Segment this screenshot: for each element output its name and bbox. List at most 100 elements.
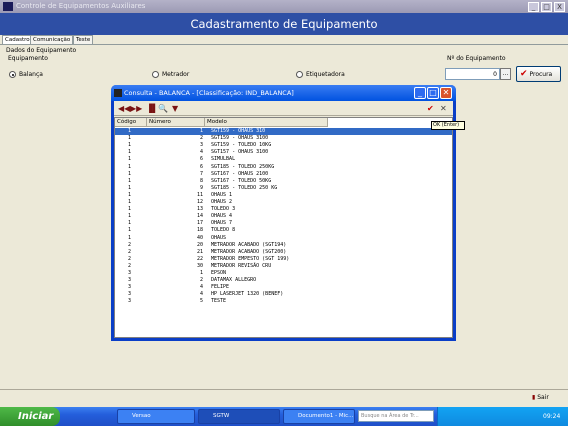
next-record-icon[interactable]: ▶▶ xyxy=(130,103,142,114)
cell-numero: 5 xyxy=(199,298,203,305)
table-row[interactable]: 1 14 OHAUS 4 xyxy=(115,213,452,220)
table-row[interactable]: 1 6 SIMULBAL xyxy=(115,156,452,163)
ok-icon[interactable]: ✔ xyxy=(427,103,434,114)
radio-etiquetadora-label: Etiquetadora xyxy=(306,71,345,78)
table-row[interactable]: 2 20 METRADOR ACABADO (SGT194) xyxy=(115,241,452,249)
consulta-dialog: Consulta - BALANCA - [Classificação: IND… xyxy=(111,85,456,341)
cell-codigo: 1 xyxy=(128,163,132,170)
cell-modelo: SGT185 - TOLEDO 250 KG xyxy=(211,184,278,191)
table-row[interactable]: 1 6 SGT185 - TOLEDO 250KG xyxy=(115,163,452,171)
table-row[interactable]: 3 2 DATAMAX ALLEGRO xyxy=(115,277,452,284)
cell-numero: 11 xyxy=(196,191,203,198)
table-row[interactable]: 1 18 TOLEDO 8 xyxy=(115,227,452,234)
procura-button[interactable]: ✔ Procura xyxy=(516,66,561,82)
table-row[interactable]: 1 11 OHAUS 1 xyxy=(115,191,452,199)
cell-codigo: 2 xyxy=(128,248,132,255)
cell-codigo: 1 xyxy=(128,184,132,191)
maximize-button[interactable]: □ xyxy=(541,2,552,12)
section-title: Dados do Equipamento xyxy=(6,47,77,54)
search-input[interactable]: Busque na Área de Tr... xyxy=(358,410,434,422)
clock: 09:24 xyxy=(543,413,561,420)
cell-numero: 8 xyxy=(199,177,203,184)
dialog-title: Consulta - BALANCA - [Classificação: IND… xyxy=(124,89,294,97)
table-row[interactable]: 2 21 METRADOR ACABADO (SGT200) xyxy=(115,248,452,256)
cell-modelo: METRADOR ACABADO (SGT200) xyxy=(211,248,287,255)
cell-modelo: SIMULBAL xyxy=(211,156,236,163)
dialog-close-button[interactable]: ✕ xyxy=(440,87,452,99)
search-icon[interactable]: 🔍 xyxy=(158,103,168,114)
col-modelo[interactable]: Modelo xyxy=(205,118,328,127)
cell-codigo: 1 xyxy=(128,135,132,142)
cell-numero: 2 xyxy=(199,135,203,142)
radio-etiquetadora[interactable] xyxy=(296,71,303,78)
taskbar-item-sgtw[interactable]: SGTW xyxy=(198,409,280,424)
cell-codigo: 1 xyxy=(128,206,132,213)
cell-codigo: 1 xyxy=(128,149,132,156)
cell-numero: 6 xyxy=(199,163,203,170)
col-codigo[interactable]: Código xyxy=(115,118,147,127)
cell-numero: 20 xyxy=(196,241,203,248)
dialog-titlebar[interactable]: Consulta - BALANCA - [Classificação: IND… xyxy=(111,85,456,101)
table-row[interactable]: 1 12 OHAUS 2 xyxy=(115,199,452,206)
col-numero[interactable]: Número xyxy=(147,118,205,127)
table-row[interactable]: 2 30 METRADOR REVISÃO CRU xyxy=(115,263,452,270)
dialog-body: ◀◀ ▶▶ ▐▌ 🔍 ▼ ✔ ✕ Código Número Modelo 11… xyxy=(114,101,453,338)
radio-balanca[interactable] xyxy=(9,71,16,78)
results-grid[interactable]: Código Número Modelo 1 1 SGT159 - OHAUS 31… xyxy=(114,117,453,338)
table-row[interactable]: 1 1 SGT159 - OHAUS 310 xyxy=(115,128,452,136)
table-row[interactable]: 1 2 SGT159 - OHAUS 3100 xyxy=(115,135,452,142)
table-row[interactable]: 3 5 TESTE xyxy=(115,298,452,305)
dialog-toolbar: ◀◀ ▶▶ ▐▌ 🔍 ▼ ✔ ✕ xyxy=(114,101,453,116)
cell-modelo: SGT159 - TOLEDO 10KG xyxy=(211,142,272,149)
close-button[interactable]: X xyxy=(554,2,565,12)
table-row[interactable]: 1 4 SGT157 - OHAUS 3100 xyxy=(115,149,452,156)
table-row[interactable]: 3 4 HP LASERJET 1320 (BENEF) xyxy=(115,291,452,298)
app-icon xyxy=(3,2,13,11)
filter-icon[interactable]: ▼ xyxy=(172,103,178,114)
cancel-icon[interactable]: ✕ xyxy=(440,103,447,114)
minimize-button[interactable]: _ xyxy=(528,2,539,12)
table-row[interactable]: 1 40 OHAUS xyxy=(115,234,452,242)
cell-codigo: 1 xyxy=(128,156,132,163)
cell-codigo: 2 xyxy=(128,241,132,248)
first-record-icon[interactable]: ◀◀ xyxy=(118,103,130,114)
cell-modelo: METRADOR EMPESTO (SGT 199) xyxy=(211,255,290,262)
radio-balanca-label: Balança xyxy=(19,71,43,78)
table-row[interactable]: 1 7 SGT167 - OHAUS 2100 xyxy=(115,171,452,178)
cell-numero: 40 xyxy=(196,234,203,241)
cell-numero: 14 xyxy=(196,213,203,220)
cell-numero: 4 xyxy=(199,284,203,291)
radio-metrador[interactable] xyxy=(152,71,159,78)
start-button[interactable]: Iniciar xyxy=(0,407,60,426)
table-row[interactable]: 1 3 SGT159 - TOLEDO 10KG xyxy=(115,142,452,149)
table-row[interactable]: 3 4 FELIPE xyxy=(115,284,452,291)
dialog-maximize-button[interactable]: □ xyxy=(427,87,439,99)
cell-numero: 4 xyxy=(199,291,203,298)
cell-codigo: 1 xyxy=(128,128,132,134)
radio-metrador-label: Metrador xyxy=(162,71,190,78)
cell-numero: 6 xyxy=(199,156,203,163)
sair-button[interactable]: ▮ Sair xyxy=(532,391,564,405)
cell-codigo: 1 xyxy=(128,199,132,205)
cell-modelo: SGT185 - TOLEDO 250KG xyxy=(211,163,275,170)
num-equipamento-input[interactable]: 0 xyxy=(445,68,500,80)
cell-modelo: OHAUS 1 xyxy=(211,191,233,198)
cell-numero: 1 xyxy=(199,128,203,134)
footer-bar xyxy=(0,389,568,407)
table-row[interactable]: 2 22 METRADOR EMPESTO (SGT 199) xyxy=(115,255,452,263)
last-record-icon[interactable]: ▐▌ xyxy=(146,103,158,114)
cell-codigo: 2 xyxy=(128,255,132,262)
lookup-button[interactable]: ... xyxy=(500,68,511,80)
table-row[interactable]: 1 9 SGT185 - TOLEDO 250 KG xyxy=(115,184,452,192)
dialog-minimize-button[interactable]: _ xyxy=(414,87,426,99)
window-titlebar[interactable]: Controle de Equipamentos Auxiliares _ □ … xyxy=(0,0,568,13)
table-row[interactable]: 1 13 TOLEDO 3 xyxy=(115,206,452,213)
table-row[interactable]: 1 17 OHAUS 7 xyxy=(115,220,452,227)
taskbar-item-versao[interactable]: Versao xyxy=(117,409,195,424)
table-row[interactable]: 3 1 EPSON xyxy=(115,270,452,277)
cell-modelo: OHAUS 7 xyxy=(211,220,233,227)
table-row[interactable]: 1 8 SGT167 - TOLEDO 50KG xyxy=(115,177,452,185)
taskbar-item-documento[interactable]: Documento1 - Mic... xyxy=(283,409,355,424)
cell-codigo: 1 xyxy=(128,213,132,220)
cell-numero: 22 xyxy=(196,255,203,262)
